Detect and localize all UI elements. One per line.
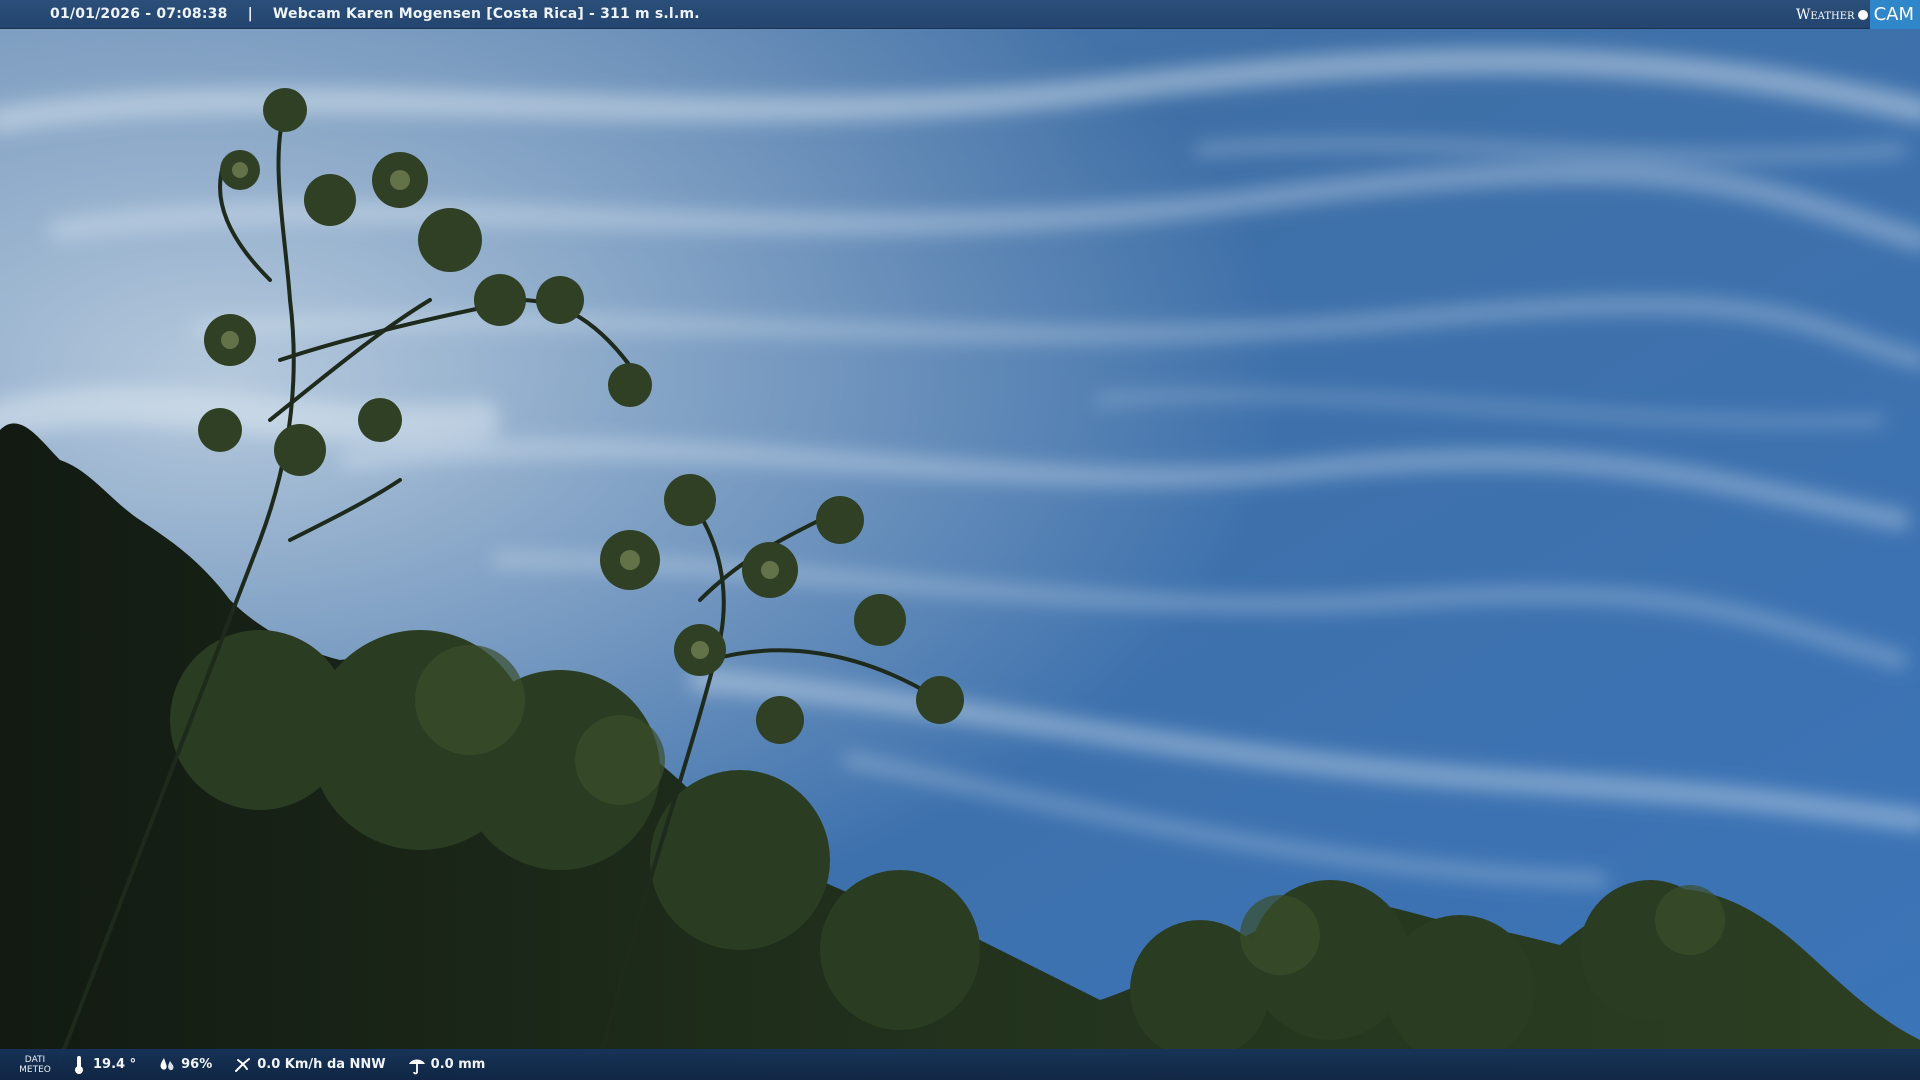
rain-reading: 0.0 mm	[408, 1055, 486, 1075]
datetime-stamp: 01/01/2026 - 07:08:38	[50, 6, 228, 22]
webcam-image	[0, 0, 1920, 1080]
weather-label-line2: METEO	[19, 1064, 51, 1075]
wind-value: 0.0 Km/h da NNW	[257, 1057, 386, 1072]
wind-reading: 0.0 Km/h da NNW	[234, 1055, 386, 1075]
logo-dot-icon	[1857, 9, 1868, 20]
wind-icon	[234, 1055, 252, 1075]
rain-icon	[408, 1055, 426, 1075]
humidity-value: 96%	[181, 1057, 213, 1072]
logo-cam-text: CAM	[1869, 0, 1920, 29]
header-separator: |	[247, 6, 253, 22]
header-bar: 01/01/2026 - 07:08:38 | Webcam Karen Mog…	[0, 0, 1920, 29]
logo-weather-text: Weather	[1795, 6, 1855, 23]
rain-value: 0.0 mm	[430, 1057, 486, 1072]
thermometer-icon	[70, 1055, 88, 1075]
weather-data-bar: DATI METEO 19.4 ° 96% 0.0 Km/h da NNW 0.…	[0, 1049, 1920, 1080]
humidity-drops-icon	[158, 1055, 176, 1075]
weather-data-label: DATI METEO	[0, 1055, 70, 1075]
camera-title: Webcam Karen Mogensen [Costa Rica] - 311…	[272, 6, 700, 22]
temperature-reading: 19.4 °	[70, 1055, 136, 1075]
weathercam-logo[interactable]: Weather CAM	[1796, 0, 1920, 29]
weather-label-line1: DATI	[24, 1054, 46, 1065]
temperature-value: 19.4 °	[93, 1057, 137, 1072]
humidity-reading: 96%	[158, 1055, 212, 1075]
